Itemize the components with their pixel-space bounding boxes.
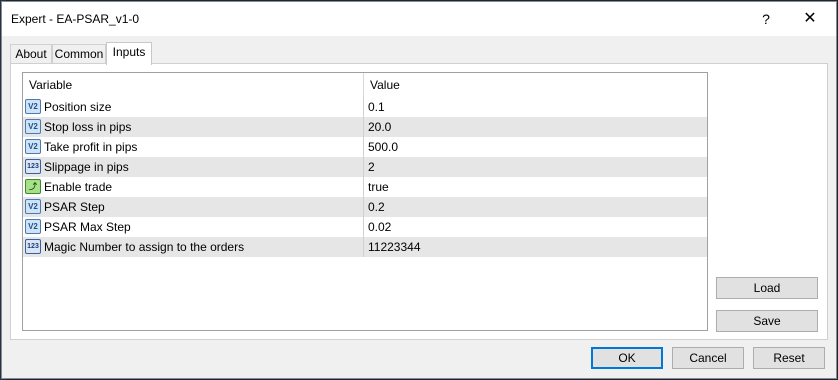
variable-value[interactable]: 0.1	[368, 97, 385, 117]
variable-name: Magic Number to assign to the orders	[44, 240, 245, 254]
variable-value[interactable]: 20.0	[368, 117, 391, 137]
window-title: Expert - EA-PSAR_v1-0	[11, 12, 140, 26]
variable-name: Enable trade	[44, 180, 113, 194]
variable-value[interactable]: 11223344	[368, 237, 421, 257]
title-bar: Expert - EA-PSAR_v1-0 ? ✕	[2, 2, 836, 36]
double-icon: V2	[25, 219, 41, 234]
variable-value[interactable]: 0.2	[368, 197, 385, 217]
cell-divider	[363, 117, 364, 137]
table-row[interactable]: V2 Take profit in pips 500.0	[23, 137, 707, 157]
double-icon: V2	[25, 119, 41, 134]
variable-value[interactable]: true	[368, 177, 389, 197]
integer-icon: 123	[25, 159, 41, 174]
load-button[interactable]: Load	[716, 277, 818, 299]
grid-rows: V2 Position size 0.1 V2 Stop loss in pips 20.…	[23, 97, 707, 257]
variable-name: Stop loss in pips	[44, 120, 132, 134]
inputs-grid: Variable Value V2 Position size 0.1 V2 Stop …	[22, 72, 708, 331]
column-header-variable[interactable]: Variable	[23, 73, 363, 97]
save-button[interactable]: Save	[716, 310, 818, 332]
table-row[interactable]: V2 Position size 0.1	[23, 97, 707, 117]
tab-common[interactable]: Common	[52, 44, 106, 64]
tab-about[interactable]: About	[10, 44, 52, 64]
cell-divider	[363, 237, 364, 257]
table-row[interactable]: 123 Slippage in pips 2	[23, 157, 707, 177]
close-button[interactable]: ✕	[798, 8, 822, 30]
variable-name: Take profit in pips	[44, 140, 138, 154]
cell-divider	[363, 157, 364, 177]
ok-button[interactable]: OK	[591, 347, 663, 369]
variable-value[interactable]: 0.02	[368, 217, 391, 237]
variable-name: Slippage in pips	[44, 160, 129, 174]
tab-strip: About Common Inputs	[10, 42, 310, 65]
cell-divider	[363, 137, 364, 157]
variable-name: PSAR Step	[44, 200, 105, 214]
cell-divider	[363, 97, 364, 117]
expert-dialog: Expert - EA-PSAR_v1-0 ? ✕ About Common I…	[1, 1, 837, 379]
variable-name: PSAR Max Step	[44, 220, 131, 234]
inputs-panel: Variable Value V2 Position size 0.1 V2 Stop …	[10, 63, 828, 340]
double-icon: V2	[25, 139, 41, 154]
table-row[interactable]: ⤴ Enable trade true	[23, 177, 707, 197]
column-header-value[interactable]: Value	[364, 73, 707, 97]
variable-name: Position size	[44, 100, 112, 114]
grid-header: Variable Value	[23, 73, 707, 97]
cell-divider	[363, 217, 364, 237]
variable-value[interactable]: 500.0	[368, 137, 398, 157]
tab-inputs[interactable]: Inputs	[106, 42, 152, 65]
reset-button[interactable]: Reset	[753, 347, 825, 369]
cancel-button[interactable]: Cancel	[672, 347, 744, 369]
table-row[interactable]: V2 PSAR Max Step 0.02	[23, 217, 707, 237]
cell-divider	[363, 177, 364, 197]
variable-value[interactable]: 2	[368, 157, 375, 177]
double-icon: V2	[25, 199, 41, 214]
table-row[interactable]: V2 Stop loss in pips 20.0	[23, 117, 707, 137]
table-row[interactable]: 123 Magic Number to assign to the orders 1…	[23, 237, 707, 257]
bool-icon: ⤴	[25, 179, 41, 194]
cell-divider	[363, 197, 364, 217]
double-icon: V2	[25, 99, 41, 114]
table-row[interactable]: V2 PSAR Step 0.2	[23, 197, 707, 217]
help-button[interactable]: ?	[754, 8, 778, 30]
integer-icon: 123	[25, 239, 41, 254]
